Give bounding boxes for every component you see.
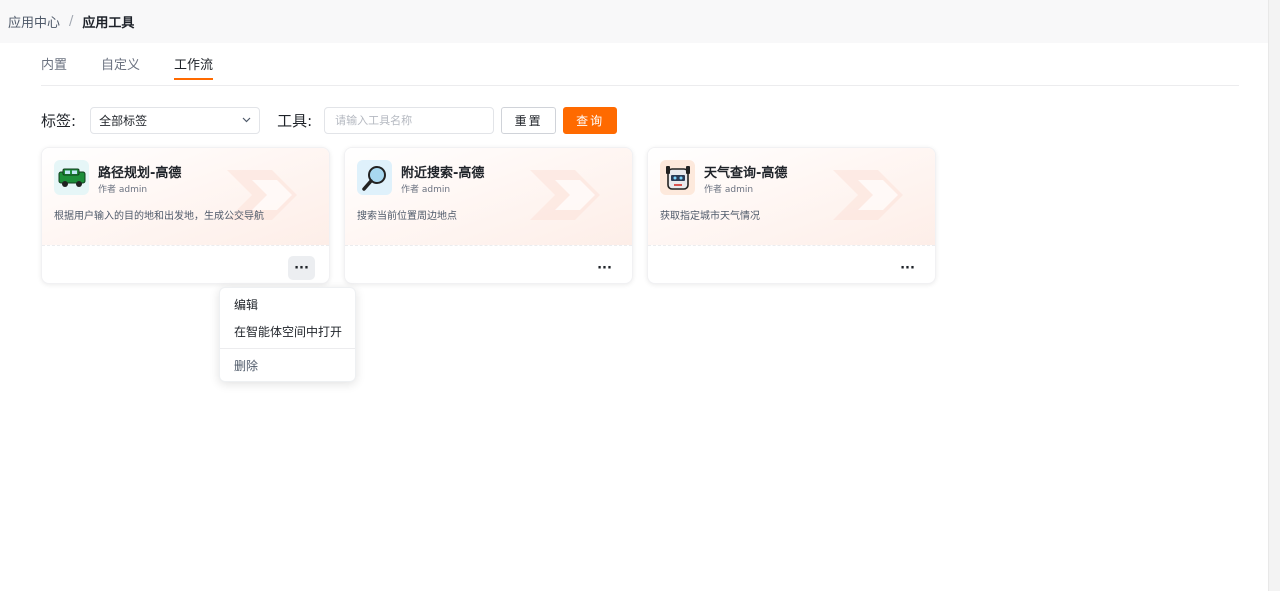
more-options-button[interactable]: ···: [591, 256, 618, 280]
car-icon: [54, 160, 89, 195]
robot-icon: [660, 160, 695, 195]
breadcrumb: 应用中心 / 应用工具: [0, 0, 1268, 43]
query-button[interactable]: 查询: [563, 107, 618, 134]
magnifier-icon: [357, 160, 392, 195]
menu-item-open-in-agent-space[interactable]: 在智能体空间中打开: [234, 323, 342, 340]
tab-workflow[interactable]: 工作流: [174, 56, 214, 86]
card-author: 作者 admin: [98, 185, 148, 195]
card-divider: [648, 245, 935, 246]
tool-name-input[interactable]: [324, 107, 495, 134]
card-title: 附近搜索-高德: [401, 166, 485, 181]
more-options-button[interactable]: ···: [288, 256, 315, 280]
chevron-down-icon: [242, 115, 251, 126]
card-decoration-icon: [530, 170, 600, 220]
more-options-button[interactable]: ···: [894, 256, 921, 280]
card-decoration-icon: [833, 170, 903, 220]
card-description: 搜索当前位置周边地点: [357, 211, 457, 222]
card-description: 获取指定城市天气情况: [660, 211, 760, 222]
menu-item-edit[interactable]: 编辑: [234, 296, 258, 313]
tool-card[interactable]: 附近搜索-高德 作者 admin 搜索当前位置周边地点 ···: [344, 147, 633, 284]
card-author: 作者 admin: [401, 185, 451, 195]
breadcrumb-separator: /: [69, 14, 74, 29]
vertical-scrollbar[interactable]: [1268, 0, 1280, 591]
card-description: 根据用户输入的目的地和出发地，生成公交导航: [54, 211, 264, 222]
tag-filter-label: 标签:: [41, 112, 77, 130]
breadcrumb-app-center[interactable]: 应用中心: [8, 12, 60, 31]
tag-select-value: 全部标签: [99, 114, 148, 128]
card-divider: [345, 245, 632, 246]
tab-builtin[interactable]: 内置: [41, 56, 67, 86]
card-divider: [42, 245, 329, 246]
card-author: 作者 admin: [704, 185, 754, 195]
card-context-menu: 编辑 在智能体空间中打开 删除: [219, 287, 356, 382]
card-title: 天气查询-高德: [704, 166, 788, 181]
tag-select[interactable]: 全部标签: [90, 107, 261, 134]
tab-custom[interactable]: 自定义: [101, 56, 140, 86]
tool-filter-label: 工具:: [277, 112, 313, 130]
filter-bar: 标签: 全部标签 工具: 重置 查询: [41, 107, 618, 134]
card-title: 路径规划-高德: [98, 166, 182, 181]
tool-card[interactable]: 天气查询-高德 作者 admin 获取指定城市天气情况 ···: [647, 147, 936, 284]
menu-item-delete[interactable]: 删除: [234, 357, 258, 374]
reset-button[interactable]: 重置: [501, 107, 557, 134]
menu-divider: [220, 348, 355, 349]
tool-card[interactable]: 路径规划-高德 作者 admin 根据用户输入的目的地和出发地，生成公交导航 ·…: [41, 147, 330, 284]
tab-bar: 内置 自定义 工作流: [41, 56, 1239, 86]
breadcrumb-app-tools: 应用工具: [82, 16, 135, 31]
